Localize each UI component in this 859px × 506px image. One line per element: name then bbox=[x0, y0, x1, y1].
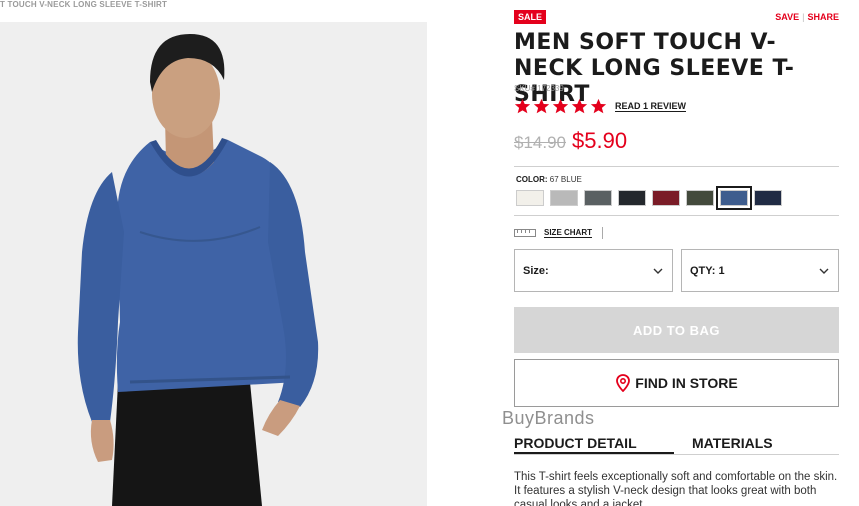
find-in-store-button[interactable]: FIND IN STORE bbox=[514, 359, 839, 407]
color-label: COLOR: 67 BLUE bbox=[516, 175, 582, 184]
star-icon bbox=[514, 98, 531, 114]
color-value: 67 BLUE bbox=[549, 175, 582, 184]
product-sku: SKU# 172339 bbox=[514, 84, 564, 93]
size-select-label: Size: bbox=[523, 264, 549, 277]
star-icon bbox=[571, 98, 588, 114]
chevron-down-icon bbox=[819, 268, 829, 274]
color-swatch[interactable] bbox=[618, 190, 646, 206]
rating: READ 1 REVIEW bbox=[514, 98, 687, 115]
size-chart-link[interactable]: SIZE CHART bbox=[544, 228, 592, 238]
price-block: $14.90 $5.90 bbox=[514, 128, 627, 154]
divider bbox=[514, 454, 839, 455]
separator: | bbox=[802, 12, 805, 22]
divider bbox=[514, 166, 839, 167]
divider bbox=[514, 215, 839, 216]
color-label-text: COLOR: bbox=[516, 175, 548, 184]
color-swatch[interactable] bbox=[754, 190, 782, 206]
star-icon bbox=[590, 98, 607, 114]
color-swatches bbox=[516, 186, 788, 210]
quantity-select[interactable]: QTY: 1 bbox=[681, 249, 839, 292]
size-chart: SIZE CHART bbox=[514, 227, 603, 239]
watermark: BuyBrands bbox=[502, 408, 595, 428]
save-share-links: SAVE | SHARE bbox=[775, 12, 839, 22]
original-price: $14.90 bbox=[514, 133, 566, 152]
breadcrumb[interactable]: T TOUCH V-NECK LONG SLEEVE T-SHIRT bbox=[0, 0, 167, 9]
product-description: This T-shirt feels exceptionally soft an… bbox=[514, 471, 838, 506]
location-pin-icon bbox=[616, 374, 631, 392]
color-swatch[interactable] bbox=[716, 186, 752, 210]
product-image[interactable] bbox=[0, 22, 427, 506]
star-icon bbox=[533, 98, 550, 114]
color-swatch[interactable] bbox=[686, 190, 714, 206]
read-reviews-link[interactable]: READ 1 REVIEW bbox=[615, 101, 687, 112]
chevron-down-icon bbox=[653, 268, 663, 274]
color-swatch[interactable] bbox=[550, 190, 578, 206]
star-icon bbox=[552, 98, 569, 114]
separator bbox=[602, 227, 603, 239]
quantity-select-label: QTY: 1 bbox=[690, 264, 725, 277]
size-select[interactable]: Size: bbox=[514, 249, 673, 292]
add-to-bag-button[interactable]: ADD TO BAG bbox=[514, 307, 839, 353]
find-in-store-label: FIND IN STORE bbox=[635, 375, 738, 391]
tab-product-detail[interactable]: PRODUCT DETAIL bbox=[514, 435, 637, 451]
tab-materials[interactable]: MATERIALS bbox=[692, 435, 773, 451]
share-link[interactable]: SHARE bbox=[807, 12, 839, 22]
ruler-icon bbox=[514, 229, 536, 237]
color-swatch[interactable] bbox=[516, 190, 544, 206]
sale-badge: SALE bbox=[514, 10, 547, 24]
color-swatch[interactable] bbox=[652, 190, 680, 206]
product-title: MEN SOFT TOUCH V-NECK LONG SLEEVE T-SHIR… bbox=[514, 30, 795, 107]
product-photo-illustration bbox=[0, 22, 427, 506]
save-link[interactable]: SAVE bbox=[775, 12, 799, 22]
sale-price: $5.90 bbox=[572, 128, 628, 153]
color-swatch[interactable] bbox=[584, 190, 612, 206]
